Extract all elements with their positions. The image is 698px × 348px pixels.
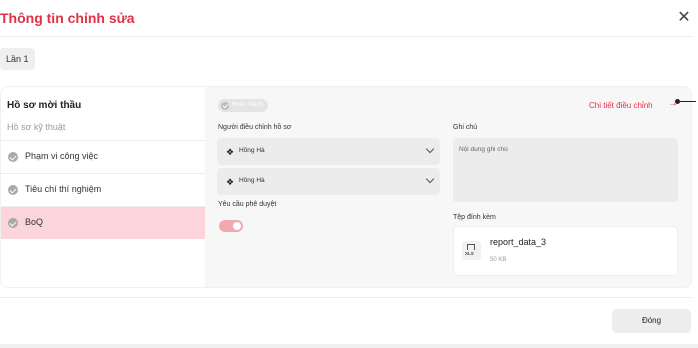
adjuster-name: Hồng Hà xyxy=(239,147,265,154)
dialog-title: Thông tin chỉnh sửa xyxy=(0,10,135,26)
check-circle-icon xyxy=(221,101,229,110)
check-circle-icon xyxy=(8,152,18,162)
detail-link[interactable]: Chi tiết điều chỉnh xyxy=(589,101,653,110)
bottom-edge xyxy=(0,344,698,348)
nav-item-tieu-chi[interactable]: Tiêu chí thí nghiệm xyxy=(1,173,205,206)
attachment-label: Tệp đính kèm xyxy=(453,214,496,221)
adjuster-label: Người điều chỉnh hồ sơ xyxy=(218,124,292,131)
note-textarea[interactable]: Nội dung ghi chú xyxy=(453,138,678,202)
note-placeholder: Nội dung ghi chú xyxy=(459,146,508,153)
file-type: XLS xyxy=(465,251,474,256)
user-icon: ❖ xyxy=(226,147,235,157)
footer-divider xyxy=(0,297,692,298)
nav-item-pham-vi[interactable]: Phạm vi công việc xyxy=(1,140,205,173)
revision-detail: Hoàn thành Chi tiết điều chỉnh → Người đ… xyxy=(205,87,691,287)
note-label: Ghi chú xyxy=(453,124,478,131)
adjuster-select-1[interactable]: ❖ Hồng Hà xyxy=(217,138,440,165)
adjuster-name: Hồng Hà xyxy=(239,177,265,184)
pointer-line xyxy=(680,101,696,102)
attachment-file[interactable]: XLS report_data_3 50 KB xyxy=(453,226,678,276)
nav-item-label: Tiêu chí thí nghiệm xyxy=(25,184,102,194)
revision-chip[interactable]: Lần 1 xyxy=(0,48,35,70)
check-circle-icon xyxy=(8,218,18,228)
chevron-down-icon xyxy=(425,144,435,154)
check-circle-icon xyxy=(8,185,18,195)
approval-toggle[interactable] xyxy=(219,220,243,232)
xls-file-icon: XLS xyxy=(462,241,481,260)
close-icon[interactable]: ✕ xyxy=(676,10,692,26)
file-name: report_data_3 xyxy=(490,237,547,247)
approval-label: Yêu cầu phê duyệt xyxy=(218,201,277,208)
status-badge: Hoàn thành xyxy=(218,99,269,112)
close-button[interactable]: Đóng xyxy=(612,309,691,333)
header-divider xyxy=(0,36,692,37)
nav-item-label: Phạm vi công việc xyxy=(25,151,99,161)
status-label: Hoàn thành xyxy=(232,102,264,108)
user-icon: ❖ xyxy=(226,177,235,187)
revision-panel: Hồ sơ mời thầu Hồ sơ kỹ thuật Phạm vi cô… xyxy=(0,86,692,288)
toggle-knob xyxy=(233,222,241,230)
file-size: 50 KB xyxy=(490,257,507,263)
nav-item-label: BoQ xyxy=(25,217,44,227)
nav-subheading: Hồ sơ kỹ thuật xyxy=(7,122,66,132)
chevron-down-icon xyxy=(425,174,435,184)
nav-item-boq[interactable]: BoQ xyxy=(1,206,205,239)
nav-heading: Hồ sơ mời thầu xyxy=(7,100,82,111)
document-nav: Hồ sơ mời thầu Hồ sơ kỹ thuật Phạm vi cô… xyxy=(1,87,205,287)
adjuster-select-2[interactable]: ❖ Hồng Hà xyxy=(217,168,440,195)
